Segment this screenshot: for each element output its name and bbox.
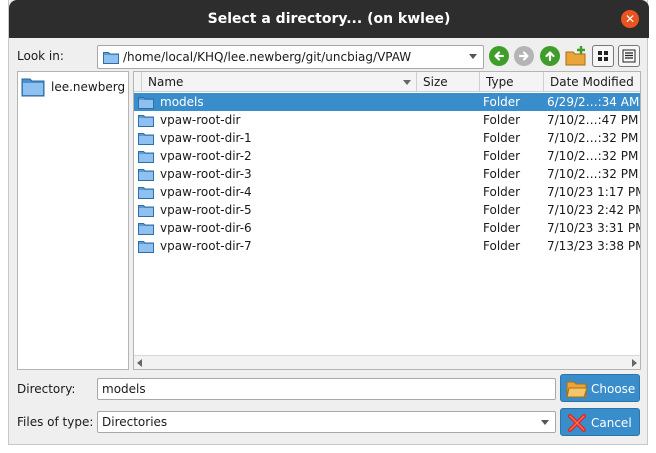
- file-type: Folder: [483, 239, 521, 253]
- folder-icon: [138, 115, 154, 127]
- arrow-left-icon: [494, 51, 505, 61]
- folder-icon: [21, 78, 45, 97]
- cancel-label: Cancel: [591, 416, 632, 430]
- file-name: vpaw-root-dir-7: [160, 239, 252, 253]
- file-date-modified: 7/10/23 1:17 PM: [547, 185, 641, 199]
- scrollbar-thumb[interactable]: [148, 358, 626, 367]
- file-type: Folder: [483, 113, 521, 127]
- sidebar-item-home[interactable]: lee.newberg: [21, 77, 127, 99]
- file-date-modified: 7/10/23 3:31 PM: [547, 221, 641, 235]
- file-name: vpaw-root-dir-4: [160, 185, 252, 199]
- file-name: vpaw-root-dir-3: [160, 167, 252, 181]
- file-name: vpaw-root-dir: [160, 113, 241, 127]
- horizontal-scrollbar[interactable]: [134, 355, 640, 369]
- forward-button[interactable]: [514, 46, 534, 66]
- file-list[interactable]: Name Size Type Date Modified models Folde…: [133, 71, 641, 370]
- open-folder-icon: [566, 381, 588, 398]
- folder-icon: [138, 133, 154, 145]
- file-type: Folder: [483, 167, 521, 181]
- close-icon: ✕: [624, 12, 636, 26]
- title-bar[interactable]: Select a directory... (on kwlee) ✕: [9, 0, 649, 38]
- files-of-type-label: Files of type:: [17, 415, 94, 429]
- choose-label: Choose: [591, 382, 636, 396]
- up-folder-button[interactable]: [540, 46, 560, 66]
- arrow-up-icon: [545, 51, 555, 62]
- table-row[interactable]: vpaw-root-dir-3 Folder 7/10/2…:32 PM: [134, 165, 640, 183]
- sort-indicator-icon: [403, 80, 411, 85]
- file-date-modified: 6/29/2…:34 AM: [547, 95, 640, 109]
- cancel-button[interactable]: Cancel: [560, 408, 640, 436]
- folder-icon: [138, 169, 154, 181]
- table-row[interactable]: vpaw-root-dir-2 Folder 7/10/2…:32 PM: [134, 147, 640, 165]
- table-row[interactable]: vpaw-root-dir-5 Folder 7/10/23 2:42 PM: [134, 201, 641, 219]
- file-name: vpaw-root-dir-1: [160, 131, 252, 145]
- list-icon: [622, 49, 636, 63]
- files-of-type-value: Directories: [102, 415, 168, 429]
- icon-view-button[interactable]: [592, 45, 614, 67]
- directory-label: Directory:: [17, 382, 76, 396]
- file-dialog-window: Select a directory... (on kwlee) ✕ Look …: [8, 0, 649, 445]
- column-header-type[interactable]: Type: [480, 72, 544, 92]
- chevron-down-icon: [469, 54, 477, 59]
- directory-input[interactable]: [97, 378, 556, 400]
- table-row[interactable]: vpaw-root-dir-1 Folder 7/10/2…:32 PM: [134, 129, 640, 147]
- file-name: vpaw-root-dir-5: [160, 203, 252, 217]
- column-header-name[interactable]: Name: [142, 72, 417, 92]
- folder-icon: [103, 52, 119, 64]
- file-date-modified: 7/10/2…:32 PM: [547, 131, 639, 145]
- file-type: Folder: [483, 95, 521, 109]
- file-date-modified: 7/10/23 2:42 PM: [547, 203, 641, 217]
- file-type: Folder: [483, 221, 521, 235]
- file-type: Folder: [483, 203, 521, 217]
- table-row[interactable]: vpaw-root-dir Folder 7/10/2…:47 PM: [134, 111, 640, 129]
- cancel-x-icon: [568, 414, 586, 432]
- scroll-left-icon[interactable]: [137, 359, 142, 367]
- file-name: vpaw-root-dir-6: [160, 221, 252, 235]
- table-row[interactable]: vpaw-root-dir-6 Folder 7/10/23 3:31 PM: [134, 219, 641, 237]
- file-date-modified: 7/13/23 3:38 PM: [547, 239, 641, 253]
- file-name: vpaw-root-dir-2: [160, 149, 252, 163]
- table-row[interactable]: vpaw-root-dir-7 Folder 7/13/23 3:38 PM: [134, 237, 641, 255]
- files-of-type-combo[interactable]: Directories: [97, 411, 556, 433]
- file-type: Folder: [483, 185, 521, 199]
- folder-icon: [138, 187, 154, 199]
- close-button[interactable]: ✕: [621, 10, 639, 28]
- table-row[interactable]: models Folder 6/29/2…:34 AM: [134, 93, 640, 111]
- look-in-path: /home/local/KHQ/lee.newberg/git/uncbiag/…: [123, 50, 412, 64]
- file-date-modified: 7/10/2…:32 PM: [547, 167, 639, 181]
- detail-view-button[interactable]: [618, 45, 640, 67]
- file-date-modified: 7/10/2…:32 PM: [547, 149, 639, 163]
- sidebar-places: lee.newberg: [17, 71, 129, 370]
- chevron-down-icon: [541, 420, 549, 425]
- new-folder-icon[interactable]: [565, 45, 587, 67]
- folder-icon: [138, 97, 154, 109]
- file-type: Folder: [483, 131, 521, 145]
- column-header-date-modified[interactable]: Date Modified: [544, 72, 640, 92]
- folder-icon: [138, 205, 154, 217]
- folder-icon: [138, 223, 154, 235]
- sidebar-item-label: lee.newberg: [51, 80, 126, 94]
- arrow-right-icon: [518, 51, 529, 61]
- file-date-modified: 7/10/2…:47 PM: [547, 113, 639, 127]
- file-type: Folder: [483, 149, 521, 163]
- window-title: Select a directory... (on kwlee): [207, 11, 451, 27]
- scroll-right-icon[interactable]: [632, 359, 637, 367]
- grid-icon: [598, 51, 608, 61]
- folder-icon: [138, 151, 154, 163]
- look-in-combo[interactable]: /home/local/KHQ/lee.newberg/git/uncbiag/…: [97, 45, 484, 69]
- folder-icon: [138, 241, 154, 253]
- column-header-size[interactable]: Size: [417, 72, 480, 92]
- choose-button[interactable]: Choose: [560, 374, 640, 402]
- file-name: models: [160, 95, 204, 109]
- table-row[interactable]: vpaw-root-dir-4 Folder 7/10/23 1:17 PM: [134, 183, 641, 201]
- back-button[interactable]: [489, 46, 509, 66]
- header-spacer: [134, 72, 142, 92]
- look-in-label: Look in:: [17, 49, 64, 63]
